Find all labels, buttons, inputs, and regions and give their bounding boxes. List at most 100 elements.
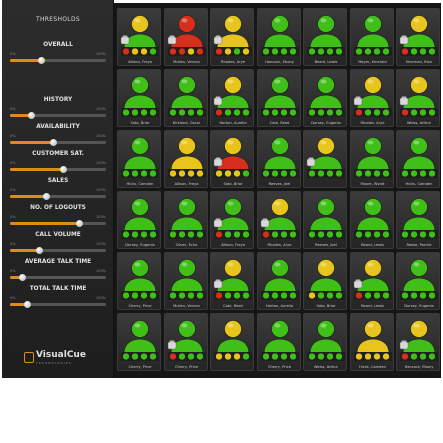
agent-tile[interactable]: Reeves, Joel xyxy=(256,130,301,188)
agent-tile[interactable]: Reeves, Joel xyxy=(303,191,347,249)
metric-indicator-icon xyxy=(428,108,436,117)
slider-handle[interactable] xyxy=(35,247,43,254)
metric-indicator-icon xyxy=(186,352,195,361)
agent-tile[interactable]: Hicks, Camden xyxy=(396,130,440,188)
agent-tile[interactable]: Reese, Porcile xyxy=(396,191,440,249)
agent-tile[interactable]: Cote, Reed xyxy=(256,69,301,127)
agent-tile[interactable]: Soto, Briar xyxy=(117,69,161,127)
agent-tile[interactable]: Rhodes, Arye xyxy=(256,191,301,249)
slider-handle[interactable] xyxy=(37,57,45,64)
agent-tile[interactable]: Horton, Aurelia xyxy=(210,69,254,127)
phone-icon xyxy=(213,158,223,167)
agent-tile[interactable]: Cherry, Price xyxy=(117,252,161,310)
agent-tile[interactable]: Weiss, Arthur xyxy=(396,69,440,127)
slider-handle[interactable] xyxy=(43,193,51,200)
agent-tile[interactable]: Sherman, Blair xyxy=(396,8,440,66)
threshold-slider[interactable] xyxy=(10,193,106,200)
metric-indicator-icon xyxy=(140,47,148,56)
agent-tile[interactable]: Hicks, Camden xyxy=(117,130,161,188)
agent-body-icon xyxy=(123,338,157,355)
agent-body-icon xyxy=(263,277,296,294)
agent-tile[interactable]: Weiss, Arthur xyxy=(303,313,347,371)
agent-tile[interactable]: Meyer, Emerald xyxy=(349,8,394,66)
agent-tile[interactable] xyxy=(210,313,254,371)
threshold-customer-sat: CUSTOMER SAT. 0% 100% xyxy=(10,151,106,173)
agent-tile[interactable]: Hicks, Camden xyxy=(349,313,394,371)
agent-tile[interactable]: Beard, Lewis xyxy=(349,191,394,249)
agent-tile[interactable]: Horton, Aurelia xyxy=(256,252,301,310)
metric-indicator-icon xyxy=(354,108,363,117)
threshold-fill xyxy=(10,249,39,252)
threshold-slider[interactable] xyxy=(10,166,106,173)
agent-tile[interactable]: Allison, Freya xyxy=(210,191,254,249)
agent-tile[interactable]: Cote, Reed xyxy=(210,252,254,310)
phone-icon xyxy=(213,97,223,106)
agent-tile[interactable]: Soto, Briar xyxy=(303,252,347,310)
threshold-slider[interactable] xyxy=(10,220,106,227)
metric-indicator-icon xyxy=(186,108,195,117)
agent-name: Beard, Lewis xyxy=(361,243,384,247)
agent-tile[interactable]: Allison, Freya xyxy=(163,130,208,188)
agent-cue-graphic xyxy=(399,320,438,361)
metric-indicator-icon xyxy=(401,108,409,117)
slider-handle[interactable] xyxy=(76,220,84,227)
metric-indicator-icon xyxy=(372,108,381,117)
threshold-min: 0% xyxy=(10,296,16,300)
agent-tile[interactable]: Beard, Lewis xyxy=(349,252,394,310)
agent-tile[interactable]: Soto, Briar xyxy=(210,130,254,188)
metric-indicator-icon xyxy=(401,230,409,239)
agent-head-icon xyxy=(224,137,242,155)
metric-indicator-icon xyxy=(419,108,427,117)
agent-tile[interactable]: Dorsey, Eugenia xyxy=(396,252,440,310)
threshold-label: HISTORY xyxy=(43,97,73,103)
threshold-total-talk-time: TOTAL TALK TIME 0% 100% xyxy=(10,286,106,308)
agent-tile[interactable]: Moore, Wyatt xyxy=(349,130,394,188)
agent-tile[interactable]: Cherry, Price xyxy=(163,313,208,371)
threshold-min: 0% xyxy=(10,52,16,56)
slider-handle[interactable] xyxy=(50,139,58,146)
threshold-slider[interactable] xyxy=(10,57,106,64)
metric-indicator-icon xyxy=(428,47,436,56)
agent-tile[interactable]: Allison, Freya xyxy=(117,8,161,66)
threshold-fill xyxy=(10,59,41,62)
metric-indicator-icon xyxy=(215,47,223,56)
agent-name: Horton, Aurelia xyxy=(219,121,247,125)
agent-head-icon xyxy=(270,320,289,338)
agent-tile[interactable]: Mullen, Vernon xyxy=(163,252,208,310)
threshold-slider[interactable] xyxy=(10,247,106,254)
agent-tile[interactable]: Kirkland, Oscar xyxy=(163,69,208,127)
agent-tile[interactable] xyxy=(303,130,347,188)
threshold-label: TOTAL TALK TIME xyxy=(29,286,87,292)
threshold-slider[interactable] xyxy=(10,112,106,119)
agent-tile[interactable]: Oliver, Echo xyxy=(163,191,208,249)
threshold-label: CALL VOLUME xyxy=(35,232,81,238)
phone-icon xyxy=(213,219,223,228)
metric-indicator-icon xyxy=(242,230,250,239)
agent-tile[interactable]: Rhodes, Arye xyxy=(210,8,254,66)
agent-name: Hicks, Camden xyxy=(126,182,154,186)
agent-tile[interactable]: Dorsey, Eugenia xyxy=(117,191,161,249)
agent-body-icon xyxy=(309,216,343,233)
threshold-slider[interactable] xyxy=(10,139,106,146)
metric-indicator-icon xyxy=(288,108,297,117)
threshold-label: SALES xyxy=(47,178,69,184)
agent-head-icon xyxy=(270,259,289,277)
agent-tile[interactable]: Dorsey, Eugenia xyxy=(303,69,347,127)
threshold-slider[interactable] xyxy=(10,301,106,308)
metric-indicator-icon xyxy=(381,352,390,361)
threshold-slider[interactable] xyxy=(10,274,106,281)
agent-tile[interactable]: Beard, Lewis xyxy=(303,8,347,66)
agent-tile[interactable]: Cherry, Price xyxy=(117,313,161,371)
agent-tile[interactable]: Hancock, Ebony xyxy=(256,8,301,66)
visualcue-logo: VisualCue TECHNOLOGIES xyxy=(24,350,104,366)
slider-handle[interactable] xyxy=(28,112,36,119)
slider-handle[interactable] xyxy=(18,274,26,281)
agent-head-icon xyxy=(224,198,242,216)
agent-tile[interactable]: Hancock, Ebony xyxy=(396,313,440,371)
slider-handle[interactable] xyxy=(24,301,32,308)
agent-body-icon xyxy=(216,338,250,355)
agent-tile[interactable]: Rhodes, Arye xyxy=(349,69,394,127)
agent-tile[interactable]: Cherry, Price xyxy=(256,313,301,371)
slider-handle[interactable] xyxy=(59,166,67,173)
agent-tile[interactable]: Mullen, Vernon xyxy=(163,8,208,66)
